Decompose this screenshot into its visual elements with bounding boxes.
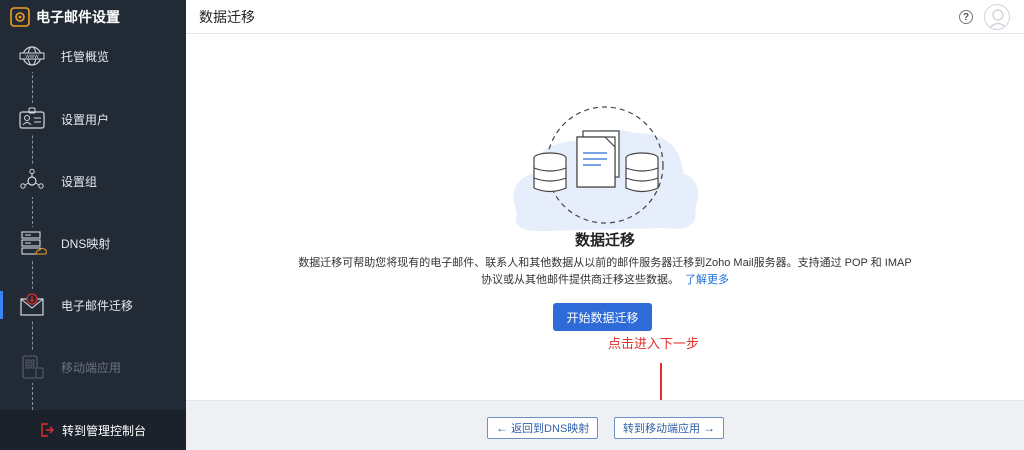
sidebar-item-setup-users[interactable]: 设置用户	[0, 99, 186, 139]
page-title: 数据迁移	[199, 8, 255, 25]
start-migration-button[interactable]: 开始数据迁移	[553, 303, 652, 331]
sidebar-item-setup-groups[interactable]: 设置组	[0, 161, 186, 201]
main-content: 数据迁移 数据迁移可帮助您将现有的电子邮件、联系人和其他数据从以前的邮件服务器迁…	[186, 35, 1024, 447]
sidebar-item-mobile-app[interactable]: 移动端应用	[0, 347, 186, 387]
go-to-admin-console-link[interactable]: 转到管理控制台	[40, 422, 146, 439]
sidebar-item-label: 移动端应用	[61, 360, 122, 375]
arrow-left-icon: ←	[496, 421, 508, 435]
sidebar: 电子邮件设置 WWW 托管概览 设置用户 设置组 DNS映射 电子邮件迁移 移动…	[0, 0, 186, 450]
bottom-navigation-bar: ← 返回到DNS映射 转到移动端应用 →	[186, 400, 1024, 450]
sidebar-item-label: 设置用户	[61, 112, 110, 127]
page-header: 数据迁移 ?	[186, 0, 1024, 34]
active-indicator	[0, 291, 3, 319]
svg-text:WWW: WWW	[25, 54, 39, 60]
www-globe-icon: WWW	[16, 40, 48, 72]
back-button-label: 返回到DNS映射	[511, 423, 590, 435]
dns-server-icon	[16, 227, 48, 259]
sidebar-item-hosting-overview[interactable]: WWW 托管概览	[0, 36, 186, 76]
sidebar-item-label: 设置组	[61, 174, 98, 189]
mobile-app-icon	[16, 351, 48, 383]
description-line-2: 协议或从其他邮件提供商迁移这些数据。	[481, 274, 679, 286]
section-title: 数据迁移	[574, 232, 635, 249]
mail-migration-icon	[16, 289, 48, 321]
user-card-icon	[16, 103, 48, 135]
sidebar-item-label: DNS映射	[61, 236, 111, 251]
sidebar-item-dns-mapping[interactable]: DNS映射	[0, 223, 186, 263]
next-button-label: 转到移动端应用	[623, 423, 700, 435]
description-line-2-wrap: 协议或从其他邮件提供商迁移这些数据。 了解更多	[286, 272, 924, 289]
annotation-text: 点击进入下一步	[608, 336, 700, 351]
migration-description: 数据迁移可帮助您将现有的电子邮件、联系人和其他数据从以前的邮件服务器迁移到Zoh…	[286, 255, 924, 289]
exit-icon	[41, 423, 54, 437]
arrow-right-icon: →	[703, 421, 716, 435]
sidebar-footer: 转到管理控制台	[0, 410, 186, 450]
help-icon[interactable]: ?	[959, 10, 973, 24]
mail-settings-logo-icon	[10, 7, 30, 27]
brand: 电子邮件设置	[0, 0, 186, 34]
learn-more-link[interactable]: 了解更多	[685, 274, 729, 286]
group-icon	[16, 165, 48, 197]
avatar[interactable]	[984, 4, 1010, 30]
sidebar-item-email-migration[interactable]: 电子邮件迁移	[0, 285, 186, 325]
sidebar-title: 电子邮件设置	[36, 9, 120, 25]
back-to-dns-mapping-button[interactable]: ← 返回到DNS映射	[487, 417, 599, 439]
go-to-mobile-app-button[interactable]: 转到移动端应用 →	[614, 417, 725, 439]
sidebar-item-label: 电子邮件迁移	[61, 298, 134, 313]
description-line-1: 数据迁移可帮助您将现有的电子邮件、联系人和其他数据从以前的邮件服务器迁移到Zoh…	[298, 257, 912, 269]
sidebar-item-label: 托管概览	[61, 49, 110, 64]
go-to-admin-console-label: 转到管理控制台	[61, 423, 146, 438]
user-avatar-icon	[987, 9, 1009, 29]
